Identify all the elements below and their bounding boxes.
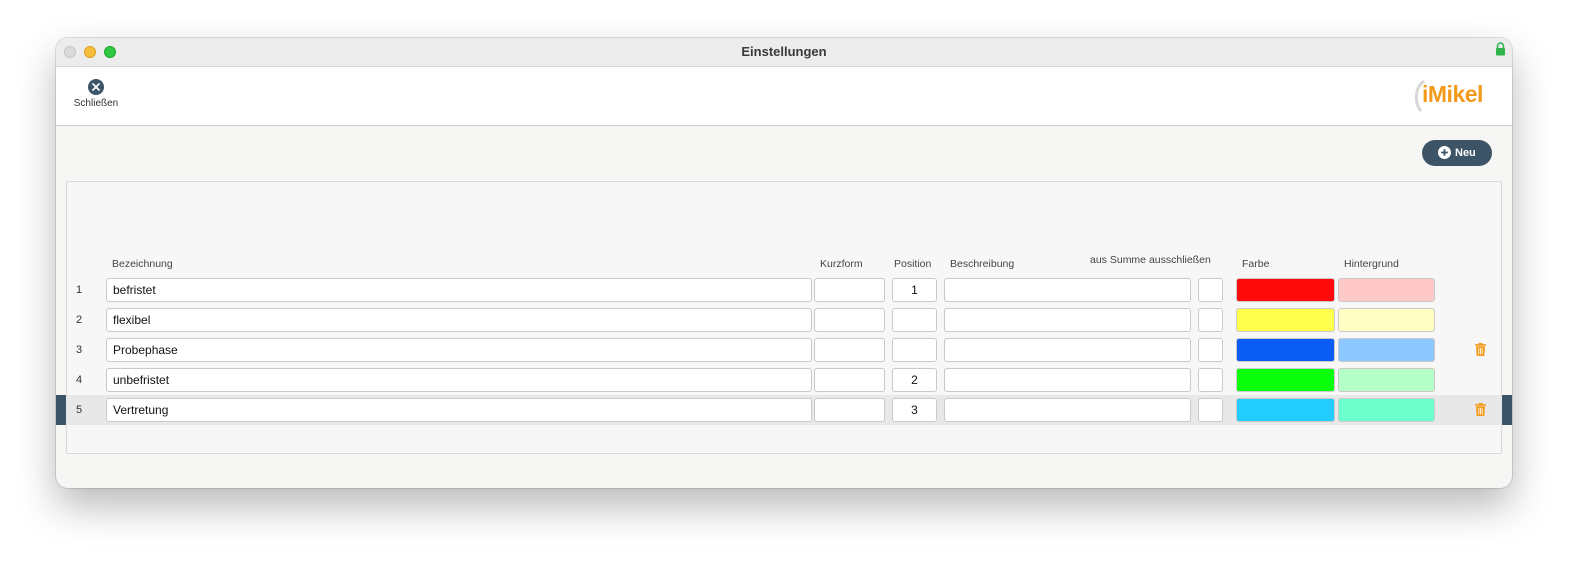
description-field[interactable] — [944, 278, 1191, 302]
color-swatch[interactable] — [1236, 338, 1335, 362]
table-row-selected[interactable]: 5 Vertretung 3 — [56, 395, 1512, 425]
position-field[interactable] — [892, 338, 937, 362]
exclude-checkbox[interactable] — [1198, 368, 1223, 392]
table-row[interactable]: 4 unbefristet 2 — [56, 365, 1512, 395]
new-button-label: Neu — [1455, 147, 1476, 159]
header-kurzform: Kurzform — [820, 258, 863, 270]
row-number: 5 — [76, 404, 83, 416]
row-number: 1 — [76, 284, 83, 296]
color-swatch[interactable] — [1236, 398, 1335, 422]
close-circle-icon — [88, 79, 104, 95]
table-row[interactable]: 2 flexibel — [56, 305, 1512, 335]
new-button[interactable]: Neu — [1422, 140, 1492, 166]
color-swatch[interactable] — [1236, 368, 1335, 392]
header-exclude-from-sum: aus Summe ausschließen — [1090, 254, 1211, 266]
plus-circle-icon — [1438, 146, 1451, 159]
short-form-field[interactable] — [814, 398, 885, 422]
close-button-label: Schließen — [73, 98, 119, 109]
background-swatch[interactable] — [1338, 308, 1435, 332]
color-swatch[interactable] — [1236, 278, 1335, 302]
header-hintergrund: Hintergrund — [1344, 258, 1399, 270]
row-number: 4 — [76, 374, 83, 386]
selection-indicator-right — [1502, 395, 1512, 425]
exclude-checkbox[interactable] — [1198, 278, 1223, 302]
app-logo: iMikel — [1412, 77, 1494, 115]
position-field[interactable] — [892, 308, 937, 332]
exclude-checkbox[interactable] — [1198, 308, 1223, 332]
name-field[interactable]: Vertretung — [106, 398, 812, 422]
background-swatch[interactable] — [1338, 368, 1435, 392]
table-row[interactable]: 3 Probephase — [56, 335, 1512, 365]
header-bezeichnung: Bezeichnung — [112, 258, 173, 270]
lock-icon — [1496, 42, 1505, 56]
description-field[interactable] — [944, 338, 1191, 362]
description-field[interactable] — [944, 368, 1191, 392]
position-field[interactable]: 2 — [892, 368, 937, 392]
header-position: Position — [894, 258, 932, 270]
row-number: 3 — [76, 344, 83, 356]
position-field[interactable]: 1 — [892, 278, 937, 302]
header-farbe: Farbe — [1242, 258, 1270, 270]
background-swatch[interactable] — [1338, 338, 1435, 362]
logo-text: iMikel — [1422, 81, 1483, 107]
background-swatch[interactable] — [1338, 398, 1435, 422]
background-swatch[interactable] — [1338, 278, 1435, 302]
trash-icon[interactable] — [1475, 343, 1486, 356]
row-number: 2 — [76, 314, 83, 326]
title-bar: Einstellungen — [56, 38, 1512, 67]
table-row[interactable]: 1 befristet 1 — [56, 275, 1512, 305]
header-beschreibung: Beschreibung — [950, 258, 1015, 270]
trash-icon[interactable] — [1475, 403, 1486, 416]
settings-window: Einstellungen Schließen iMikel Neu Bezei… — [56, 38, 1512, 488]
short-form-field[interactable] — [814, 368, 885, 392]
name-field[interactable]: Probephase — [106, 338, 812, 362]
toolbar: Schließen iMikel — [56, 67, 1512, 126]
selection-indicator-left — [56, 395, 66, 425]
exclude-checkbox[interactable] — [1198, 398, 1223, 422]
exclude-checkbox[interactable] — [1198, 338, 1223, 362]
name-field[interactable]: flexibel — [106, 308, 812, 332]
short-form-field[interactable] — [814, 338, 885, 362]
description-field[interactable] — [944, 308, 1191, 332]
description-field[interactable] — [944, 398, 1191, 422]
name-field[interactable]: unbefristet — [106, 368, 812, 392]
short-form-field[interactable] — [814, 308, 885, 332]
color-swatch[interactable] — [1236, 308, 1335, 332]
position-field[interactable]: 3 — [892, 398, 937, 422]
window-title: Einstellungen — [741, 44, 827, 59]
short-form-field[interactable] — [814, 278, 885, 302]
name-field[interactable]: befristet — [106, 278, 812, 302]
close-button[interactable]: Schließen — [66, 79, 126, 119]
